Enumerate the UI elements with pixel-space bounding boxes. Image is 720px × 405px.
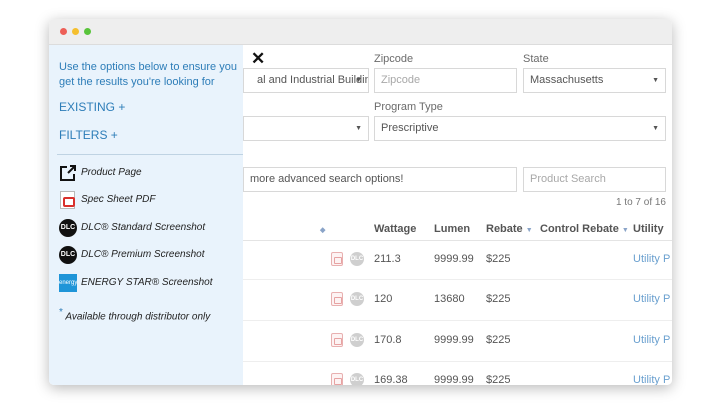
column-header-control-rebate[interactable]: Control Rebate ▼ xyxy=(540,223,629,235)
browser-window: ✕ Zipcode State al and Industrial Buildi… xyxy=(49,19,672,385)
chevron-down-icon: ▼ xyxy=(652,125,659,132)
pdf-icon[interactable] xyxy=(331,333,343,347)
column-header-utility[interactable]: Utility xyxy=(633,223,664,235)
filters-toggle[interactable]: FILTERS + xyxy=(59,128,118,142)
row-divider xyxy=(243,361,672,362)
results-count: 1 to 7 of 16 xyxy=(615,197,666,208)
sort-desc-icon: ▼ xyxy=(525,227,533,234)
dlc-icon[interactable]: DLC xyxy=(350,333,364,347)
existing-toggle[interactable]: EXISTING + xyxy=(59,100,125,114)
window-titlebar xyxy=(49,19,672,45)
program-type-select[interactable]: Prescriptive ▼ xyxy=(374,116,666,141)
dlc-premium-icon: DLC xyxy=(59,246,77,264)
cell-wattage: 169.38 xyxy=(374,374,408,385)
row-divider xyxy=(243,320,672,321)
footnote-mark: * xyxy=(59,307,63,318)
legend-label: DLC® Standard Screenshot xyxy=(81,222,206,233)
cell-utility-link[interactable]: Utility P xyxy=(633,374,670,385)
dlc-icon[interactable]: DLC xyxy=(350,292,364,306)
sort-icon[interactable]: ◆ xyxy=(317,223,325,235)
cell-lumen: 9999.99 xyxy=(434,334,474,346)
pdf-icon[interactable] xyxy=(331,252,343,266)
dlc-standard-icon: DLC xyxy=(59,219,77,237)
state-select[interactable]: Massachusetts ▼ xyxy=(523,68,666,93)
cell-utility-link[interactable]: Utility P xyxy=(633,293,670,305)
sidebar-divider xyxy=(57,154,243,155)
state-select-value: Massachusetts xyxy=(530,74,604,86)
cell-lumen: 9999.99 xyxy=(434,374,474,385)
sort-desc-icon: ▼ xyxy=(621,227,629,234)
secondary-select[interactable]: ▼ xyxy=(243,116,369,141)
chevron-down-icon: ▼ xyxy=(355,125,362,132)
column-header-rebate[interactable]: Rebate ▼ xyxy=(486,223,533,235)
legend-label: Product Page xyxy=(81,167,142,178)
cell-wattage: 120 xyxy=(374,293,393,305)
pdf-icon xyxy=(59,191,77,209)
advanced-search-text: more advanced search options! xyxy=(250,173,404,185)
dlc-icon[interactable]: DLC xyxy=(350,252,364,266)
footnote-text: Available through distributor only xyxy=(65,311,211,323)
chevron-down-icon: ▼ xyxy=(355,77,362,84)
cell-wattage: 211.3 xyxy=(374,253,401,265)
product-search-placeholder: Product Search xyxy=(530,173,606,185)
advanced-search-toggle[interactable]: more advanced search options! xyxy=(243,167,517,192)
pdf-icon[interactable] xyxy=(331,373,343,385)
dlc-icon[interactable]: DLC xyxy=(350,373,364,385)
options-sidebar: Use the options below to ensure you get … xyxy=(49,45,243,385)
program-type-label: Program Type xyxy=(374,101,443,113)
cell-rebate: $225 xyxy=(486,293,511,305)
page-content: ✕ Zipcode State al and Industrial Buildi… xyxy=(49,45,672,385)
zipcode-input[interactable]: Zipcode xyxy=(374,68,517,93)
chevron-down-icon: ▼ xyxy=(652,77,659,84)
state-label: State xyxy=(523,53,549,65)
column-header-wattage[interactable]: Wattage xyxy=(374,223,416,235)
energy-star-icon: energy xyxy=(59,274,77,292)
cell-wattage: 170.8 xyxy=(374,334,402,346)
maximize-window-button[interactable] xyxy=(84,28,91,35)
zipcode-placeholder: Zipcode xyxy=(381,74,421,86)
pdf-icon[interactable] xyxy=(331,292,343,306)
footnote: * Available through distributor only xyxy=(59,307,210,322)
sidebar-intro: Use the options below to ensure you get … xyxy=(59,61,237,88)
product-search-input[interactable]: Product Search xyxy=(523,167,666,192)
program-type-value: Prescriptive xyxy=(381,122,439,134)
legend-label: Spec Sheet PDF xyxy=(81,194,156,205)
close-window-button[interactable] xyxy=(60,28,67,35)
cell-rebate: $225 xyxy=(486,253,511,265)
sector-select[interactable]: al and Industrial Buildings ▼ xyxy=(243,68,369,93)
zipcode-label: Zipcode xyxy=(374,53,414,65)
cell-lumen: 13680 xyxy=(434,293,465,305)
table-header-divider xyxy=(243,240,672,241)
legend-label: DLC® Premium Screenshot xyxy=(81,249,205,260)
sector-select-value: al and Industrial Buildings xyxy=(257,74,368,86)
external-link-icon xyxy=(60,165,76,181)
row-divider xyxy=(243,279,672,280)
cell-utility-link[interactable]: Utility P xyxy=(633,253,670,265)
minimize-window-button[interactable] xyxy=(72,28,79,35)
legend-label: ENERGY STAR® Screenshot xyxy=(81,277,213,288)
cell-rebate: $225 xyxy=(486,374,511,385)
cell-lumen: 9999.99 xyxy=(434,253,474,265)
column-header-lumen[interactable]: Lumen xyxy=(434,223,470,235)
cell-utility-link[interactable]: Utility P xyxy=(633,334,670,346)
close-icon[interactable]: ✕ xyxy=(251,50,265,68)
cell-rebate: $225 xyxy=(486,334,511,346)
